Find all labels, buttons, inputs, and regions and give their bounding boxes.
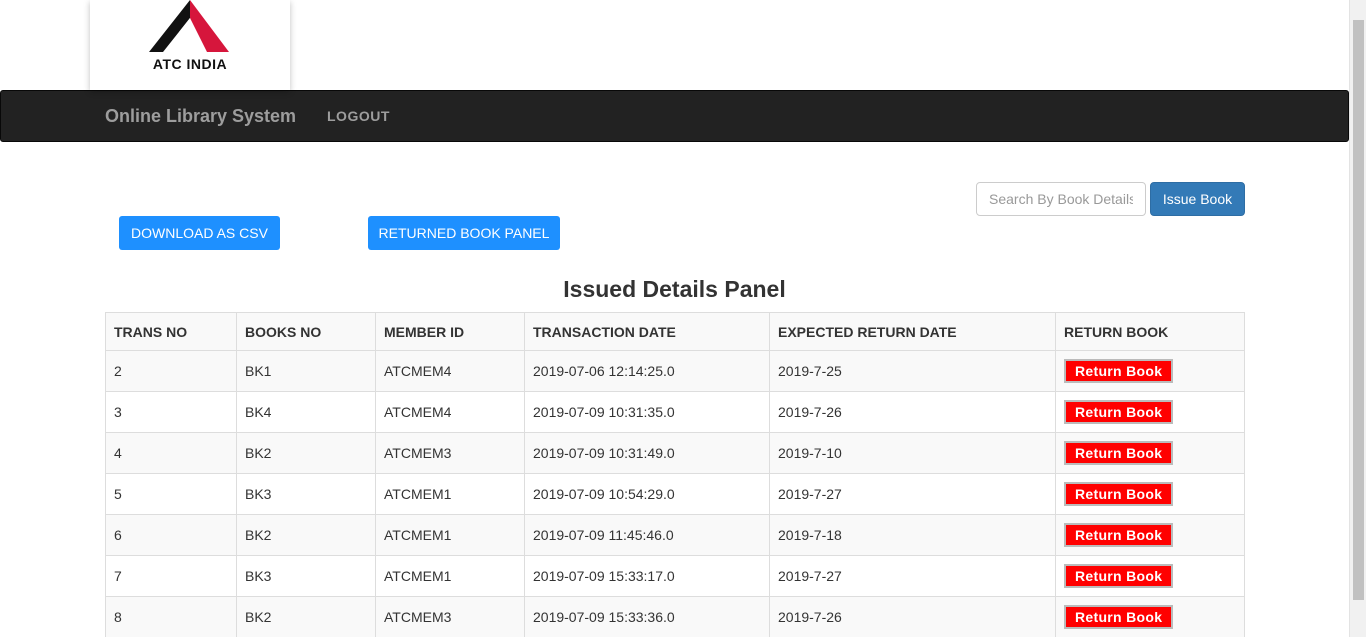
cell-books-no: BK3 bbox=[236, 473, 376, 515]
header-books-no: BOOKS NO bbox=[236, 312, 376, 351]
cell-return-book: Return Book bbox=[1055, 432, 1245, 474]
cell-expected-return-date: 2019-7-10 bbox=[769, 432, 1056, 474]
return-book-button[interactable]: Return Book bbox=[1064, 564, 1174, 588]
cell-transaction-date: 2019-07-09 10:31:35.0 bbox=[524, 391, 770, 433]
return-book-button[interactable]: Return Book bbox=[1064, 441, 1174, 465]
cell-member-id: ATCMEM3 bbox=[375, 432, 525, 474]
table-row: 7 BK3 ATCMEM1 2019-07-09 15:33:17.0 2019-7-2… bbox=[105, 555, 1245, 597]
issued-table: TRANS NO BOOKS NO MEMBER ID TRANSACTION … bbox=[105, 312, 1245, 637]
header-transaction-date: TRANSACTION DATE bbox=[524, 312, 770, 351]
search-input[interactable] bbox=[976, 182, 1146, 216]
top-navbar: Online Library System LOGOUT bbox=[0, 90, 1349, 142]
cell-trans-no: 2 bbox=[105, 350, 237, 392]
cell-expected-return-date: 2019-7-27 bbox=[769, 555, 1056, 597]
download-csv-button[interactable]: DOWNLOAD AS CSV bbox=[119, 216, 280, 250]
cell-expected-return-date: 2019-7-27 bbox=[769, 473, 1056, 515]
cell-books-no: BK2 bbox=[236, 432, 376, 474]
cell-books-no: BK2 bbox=[236, 514, 376, 556]
cell-member-id: ATCMEM4 bbox=[375, 350, 525, 392]
cell-transaction-date: 2019-07-06 12:14:25.0 bbox=[524, 350, 770, 392]
return-book-button[interactable]: Return Book bbox=[1064, 523, 1174, 547]
cell-member-id: ATCMEM1 bbox=[375, 555, 525, 597]
cell-return-book: Return Book bbox=[1055, 596, 1245, 637]
cell-expected-return-date: 2019-7-26 bbox=[769, 596, 1056, 637]
navbar-brand[interactable]: Online Library System bbox=[105, 106, 296, 127]
panel-title: Issued Details Panel bbox=[563, 276, 786, 302]
cell-trans-no: 4 bbox=[105, 432, 237, 474]
header-expected-return-date: EXPECTED RETURN DATE bbox=[769, 312, 1056, 351]
cell-expected-return-date: 2019-7-25 bbox=[769, 350, 1056, 392]
cell-return-book: Return Book bbox=[1055, 473, 1245, 515]
cell-expected-return-date: 2019-7-26 bbox=[769, 391, 1056, 433]
table-row: 3 BK4 ATCMEM4 2019-07-09 10:31:35.0 2019-7-2… bbox=[105, 391, 1245, 433]
header-member-id: MEMBER ID bbox=[375, 312, 525, 351]
atc-logo: ATC INDIA bbox=[90, 0, 290, 90]
table-row: 4 BK2 ATCMEM3 2019-07-09 10:31:49.0 2019-7-1… bbox=[105, 432, 1245, 474]
scrollbar-thumb[interactable] bbox=[1353, 20, 1364, 600]
atc-logo-icon bbox=[149, 0, 229, 52]
logo-text: ATC INDIA bbox=[152, 56, 228, 72]
cell-trans-no: 5 bbox=[105, 473, 237, 515]
cell-transaction-date: 2019-07-09 11:45:46.0 bbox=[524, 514, 770, 556]
cell-return-book: Return Book bbox=[1055, 350, 1245, 392]
logout-link[interactable]: LOGOUT bbox=[327, 108, 390, 124]
cell-books-no: BK2 bbox=[236, 596, 376, 637]
return-book-button[interactable]: Return Book bbox=[1064, 359, 1174, 383]
cell-books-no: BK3 bbox=[236, 555, 376, 597]
cell-return-book: Return Book bbox=[1055, 391, 1245, 433]
cell-expected-return-date: 2019-7-18 bbox=[769, 514, 1056, 556]
return-book-button[interactable]: Return Book bbox=[1064, 605, 1174, 629]
return-book-button[interactable]: Return Book bbox=[1064, 400, 1174, 424]
cell-member-id: ATCMEM1 bbox=[375, 514, 525, 556]
cell-transaction-date: 2019-07-09 15:33:17.0 bbox=[524, 555, 770, 597]
cell-books-no: BK1 bbox=[236, 350, 376, 392]
return-book-button[interactable]: Return Book bbox=[1064, 482, 1174, 506]
cell-transaction-date: 2019-07-09 10:31:49.0 bbox=[524, 432, 770, 474]
table-row: 5 BK3 ATCMEM1 2019-07-09 10:54:29.0 2019-7-2… bbox=[105, 473, 1245, 515]
cell-trans-no: 6 bbox=[105, 514, 237, 556]
cell-trans-no: 7 bbox=[105, 555, 237, 597]
returned-book-panel-button[interactable]: RETURNED BOOK PANEL bbox=[368, 216, 560, 250]
cell-trans-no: 3 bbox=[105, 391, 237, 433]
cell-books-no: BK4 bbox=[236, 391, 376, 433]
cell-transaction-date: 2019-07-09 10:54:29.0 bbox=[524, 473, 770, 515]
table-row: 8 BK2 ATCMEM3 2019-07-09 15:33:36.0 2019-7-2… bbox=[105, 596, 1245, 637]
issue-book-button[interactable]: Issue Book bbox=[1150, 182, 1245, 216]
vertical-scrollbar[interactable] bbox=[1349, 0, 1366, 637]
cell-transaction-date: 2019-07-09 15:33:36.0 bbox=[524, 596, 770, 637]
cell-trans-no: 8 bbox=[105, 596, 237, 637]
cell-return-book: Return Book bbox=[1055, 514, 1245, 556]
header-trans-no: TRANS NO bbox=[105, 312, 237, 351]
table-row: 2 BK1 ATCMEM4 2019-07-06 12:14:25.0 2019-7-2… bbox=[105, 350, 1245, 392]
cell-return-book: Return Book bbox=[1055, 555, 1245, 597]
table-row: 6 BK2 ATCMEM1 2019-07-09 11:45:46.0 2019-7-1… bbox=[105, 514, 1245, 556]
cell-member-id: ATCMEM1 bbox=[375, 473, 525, 515]
table-header-row: TRANS NO BOOKS NO MEMBER ID TRANSACTION … bbox=[105, 312, 1245, 351]
header-return-book: RETURN BOOK bbox=[1055, 312, 1245, 351]
cell-member-id: ATCMEM4 bbox=[375, 391, 525, 433]
cell-member-id: ATCMEM3 bbox=[375, 596, 525, 637]
